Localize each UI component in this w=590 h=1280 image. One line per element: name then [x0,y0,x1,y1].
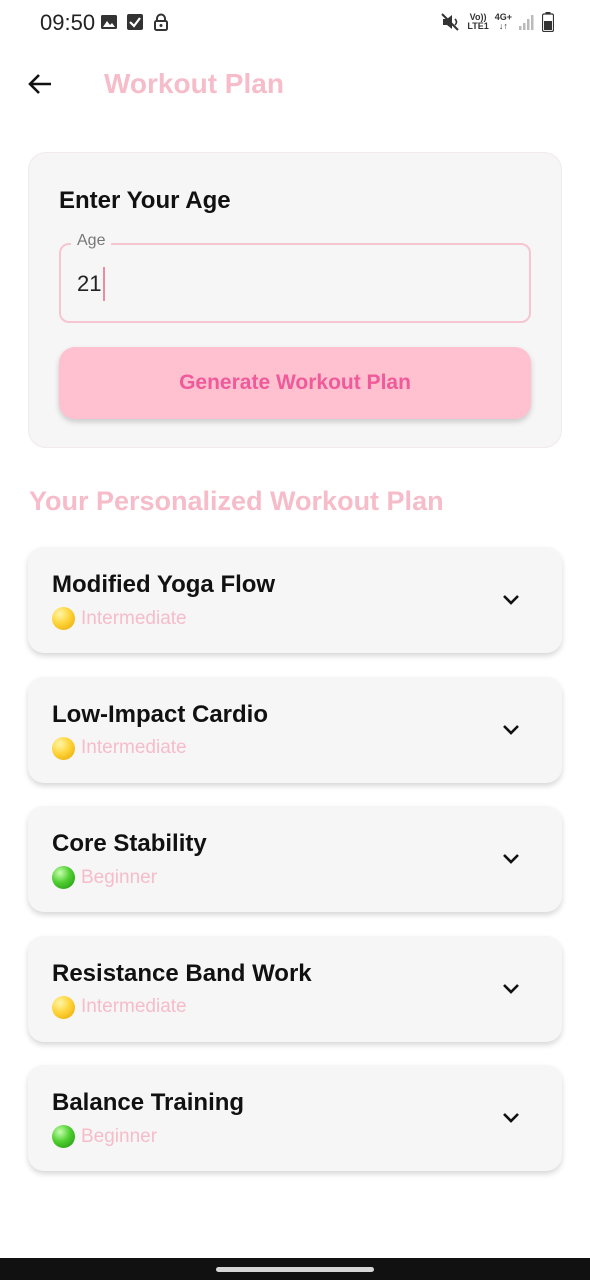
intermediate-level-icon [52,995,75,1019]
workout-name: Modified Yoga Flow [52,571,276,598]
beginner-level-icon [52,866,75,889]
intermediate-level-icon [52,607,75,630]
checkbox-icon [127,14,143,30]
workout-card-core-stability[interactable]: Core Stability Beginner [28,806,562,912]
chevron-down-icon[interactable] [500,978,522,1000]
status-right-icons: Vo)) LTE1 4G+ ↓↑ [441,12,554,32]
age-card: Enter Your Age Age Generate Workout Plan [28,152,562,448]
age-field[interactable]: Age [59,232,531,323]
text-caret [103,267,105,301]
home-gesture-handle[interactable] [216,1267,374,1272]
workout-name: Resistance Band Work [52,959,312,987]
signal-icon [519,15,534,30]
chevron-down-icon[interactable] [500,589,522,611]
level-row: Intermediate [52,736,187,760]
workout-list: Modified Yoga Flow Intermediate Low-Impa… [28,547,562,1195]
plan-heading: Your Personalized Workout Plan [29,486,444,516]
chevron-down-icon[interactable] [500,719,522,741]
page-title: Workout Plan [104,68,284,99]
level-row: Beginner [52,1125,157,1148]
generate-workout-plan-button[interactable]: Generate Workout Plan [59,347,531,419]
app-bar: Workout Plan [0,56,590,112]
level-label: Beginner [81,866,158,888]
beginner-level-icon [52,1125,75,1148]
age-heading: Enter Your Age [59,187,231,214]
level-label: Intermediate [81,996,187,1017]
intermediate-level-icon [52,736,75,760]
network-indicator: 4G+ ↓↑ [494,12,512,31]
age-input[interactable] [77,267,497,301]
level-label: Intermediate [81,607,187,629]
arrow-left-icon [28,74,51,94]
workout-name: Balance Training [52,1089,245,1116]
workout-card-balance-training[interactable]: Balance Training Beginner [28,1065,562,1171]
chevron-down-icon[interactable] [500,848,522,870]
workout-name: Core Stability [52,830,207,857]
status-time: 09:50 [40,10,96,35]
back-button[interactable] [24,68,56,100]
mute-icon [441,13,460,31]
status-bar: 09:50 Vo)) LTE1 4G+ ↓↑ [0,0,590,48]
volte-indicator: Vo)) LTE1 [467,12,489,31]
workout-card-low-impact-cardio[interactable]: Low-Impact Cardio Intermediate [28,676,562,783]
workout-name: Low-Impact Cardio [52,700,269,728]
age-field-label: Age [71,232,112,250]
level-label: Intermediate [81,737,187,758]
level-row: Intermediate [52,607,187,630]
image-icon [101,15,117,29]
workout-card-modified-yoga-flow[interactable]: Modified Yoga Flow Intermediate [28,547,562,653]
level-row: Intermediate [52,995,187,1019]
workout-card-resistance-band-work[interactable]: Resistance Band Work Intermediate [28,935,562,1042]
lock-icon [154,13,168,31]
level-row: Beginner [52,866,157,889]
level-label: Beginner [81,1125,158,1147]
chevron-down-icon[interactable] [500,1107,522,1129]
battery-icon [542,12,554,32]
